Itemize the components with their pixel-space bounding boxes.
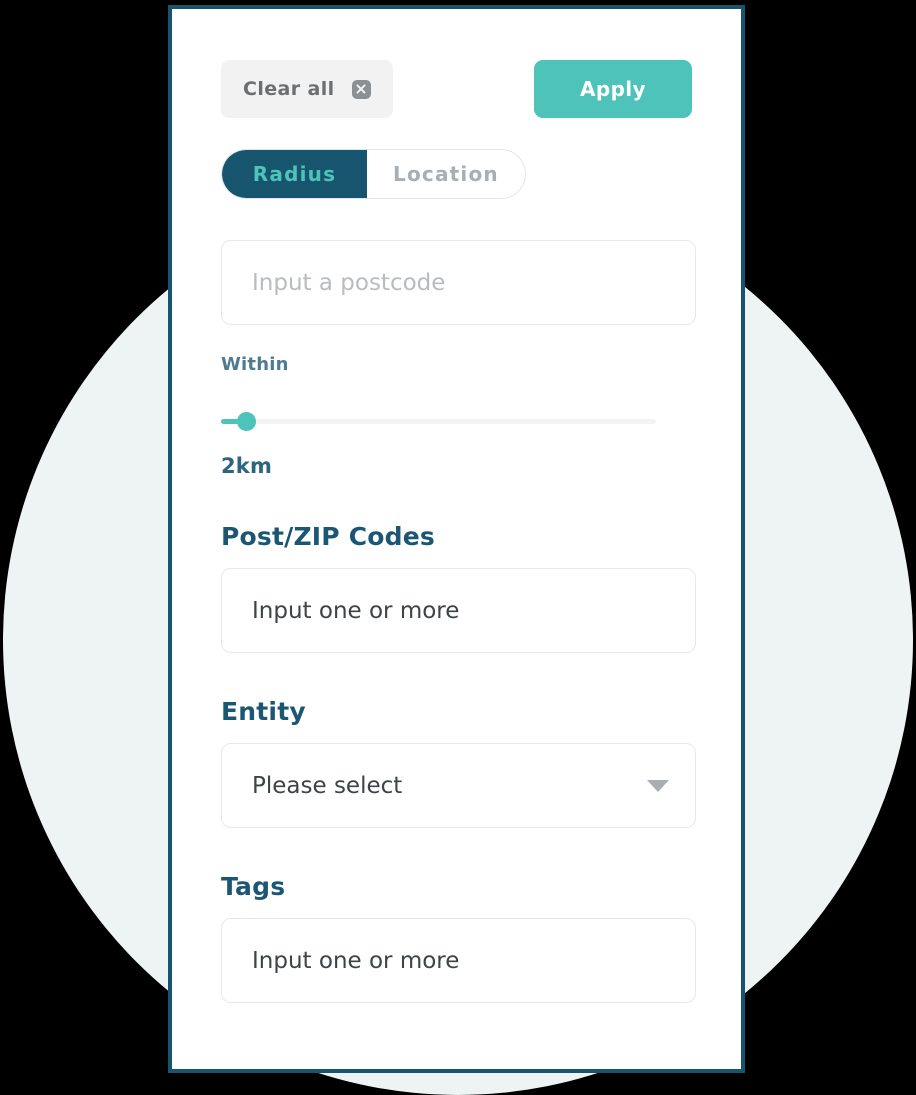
tags-heading: Tags bbox=[221, 872, 286, 901]
clear-all-button[interactable]: Clear all bbox=[221, 60, 393, 118]
radius-slider-section: Within 2km bbox=[221, 354, 692, 478]
tab-location[interactable]: Location bbox=[367, 150, 525, 198]
postcode-input-placeholder: Input a postcode bbox=[252, 269, 446, 296]
entity-section: Entity Please select bbox=[221, 697, 696, 828]
radius-slider-label: Within bbox=[221, 354, 289, 375]
postzip-codes-input-value: Input one or more bbox=[252, 597, 460, 624]
postcode-input[interactable]: Input a postcode bbox=[221, 240, 696, 325]
panel-action-row: Clear all Apply bbox=[221, 60, 692, 118]
entity-heading: Entity bbox=[221, 697, 306, 726]
entity-select[interactable]: Please select bbox=[221, 743, 696, 828]
chevron-down-icon[interactable] bbox=[647, 779, 669, 792]
postzip-codes-section: Post/ZIP Codes Input one or more bbox=[221, 522, 696, 653]
radius-location-toggle: Radius Location bbox=[221, 149, 526, 199]
radius-slider-value: 2km bbox=[221, 454, 273, 478]
tags-input[interactable]: Input one or more bbox=[221, 918, 696, 1003]
clear-circle-icon[interactable] bbox=[351, 79, 371, 99]
tags-input-value: Input one or more bbox=[252, 947, 460, 974]
apply-button[interactable]: Apply bbox=[534, 60, 692, 118]
radius-slider-track[interactable] bbox=[221, 419, 656, 424]
tab-radius[interactable]: Radius bbox=[222, 150, 367, 198]
radius-slider[interactable] bbox=[221, 412, 656, 431]
postzip-codes-input[interactable]: Input one or more bbox=[221, 568, 696, 653]
clear-all-label: Clear all bbox=[243, 78, 335, 100]
entity-select-value: Please select bbox=[252, 772, 403, 799]
radius-slider-thumb[interactable] bbox=[237, 412, 256, 431]
filter-panel: Clear all Apply Radius Location Input a … bbox=[168, 5, 745, 1073]
tags-section: Tags Input one or more bbox=[221, 872, 696, 1003]
postzip-codes-heading: Post/ZIP Codes bbox=[221, 522, 435, 551]
